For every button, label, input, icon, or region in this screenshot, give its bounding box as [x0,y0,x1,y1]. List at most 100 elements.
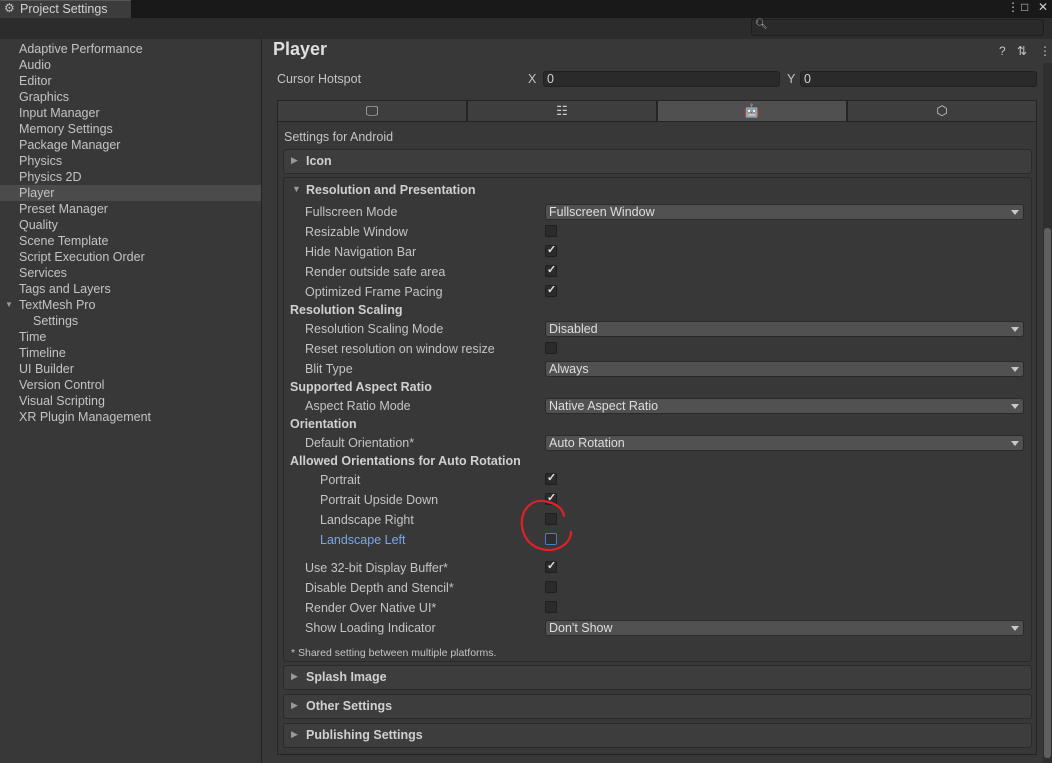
collapsed-arrow-icon: ▶ [291,700,298,710]
sidebar-item-timeline[interactable]: Timeline [0,345,261,361]
sidebar-item-graphics[interactable]: Graphics [0,89,261,105]
search-input[interactable]: 🔍︎ [751,19,1044,36]
tab-title: Project Settings [20,2,108,16]
icon-foldout[interactable]: ▶ Icon [283,149,1032,174]
collapsed-arrow-icon: ▶ [291,671,298,681]
disable-depth-stencil-checkbox[interactable] [545,581,557,593]
render-outside-safe-area-checkbox[interactable] [545,263,557,277]
supported-aspect-ratio-header: Supported Aspect Ratio [290,380,432,394]
help-icon[interactable]: ? [999,44,1006,58]
tab-android[interactable]: 🤖 [657,100,847,122]
preset-icon[interactable]: ⇅ [1017,44,1027,58]
scrollbar-thumb[interactable] [1044,228,1051,758]
expand-arrow-icon[interactable]: ▼ [5,297,13,313]
more-icon[interactable]: ⋮ [1039,44,1051,58]
orientation-header: Orientation [290,417,357,431]
resolution-foldout-header[interactable]: ▼ Resolution and Presentation [283,178,1032,202]
sidebar-item-physics[interactable]: Physics [0,153,261,169]
android-icon: 🤖 [743,103,761,118]
cursor-hotspot-y-input[interactable]: 0 [800,71,1037,87]
tab-webgl[interactable]: ⬡ [847,100,1037,122]
chevron-down-icon [1011,626,1019,631]
sidebar-item-time[interactable]: Time [0,329,261,345]
aspect-ratio-mode-dropdown[interactable]: Native Aspect Ratio [545,398,1024,414]
other-settings-foldout[interactable]: ▶ Other Settings [283,694,1032,719]
sidebar-item-adaptive-performance[interactable]: Adaptive Performance [0,41,261,57]
portrait-label: Portrait [320,473,361,487]
sidebar-item-preset-manager[interactable]: Preset Manager [0,201,261,217]
default-orientation-dropdown[interactable]: Auto Rotation [545,435,1024,451]
sidebar-item-physics-2d[interactable]: Physics 2D [0,169,261,185]
render-outside-safe-area-label: Render outside safe area [305,265,446,279]
sidebar-item-version-control[interactable]: Version Control [0,377,261,393]
sidebar-item-tags-and-layers[interactable]: Tags and Layers [0,281,261,297]
cursor-hotspot-x-input[interactable]: 0 [543,71,780,87]
expanded-arrow-icon: ▼ [292,184,301,194]
chevron-down-icon [1011,210,1019,215]
show-loading-indicator-dropdown[interactable]: Don't Show [545,620,1024,636]
render-over-native-ui-label: Render Over Native UI* [305,601,437,615]
gear-icon: ⚙ [4,1,15,15]
sidebar-item-ui-builder[interactable]: UI Builder [0,361,261,377]
collapsed-arrow-icon: ▶ [291,729,298,739]
x-label: X [528,72,537,86]
page-title: Player [273,39,328,59]
resolution-scaling-mode-label: Resolution Scaling Mode [305,322,444,336]
settings-for-label: Settings for Android [284,130,394,144]
project-settings-tab[interactable]: ⚙ Project Settings [0,0,131,18]
annotation-circle [520,499,572,552]
sidebar-item-quality[interactable]: Quality [0,217,261,233]
collapsed-arrow-icon: ▶ [291,155,298,165]
resizable-window-label: Resizable Window [305,225,408,239]
splash-image-foldout[interactable]: ▶ Splash Image [283,665,1032,690]
server-icon: ☷ [556,103,568,118]
portrait-checkbox[interactable] [545,471,557,485]
sidebar-item-services[interactable]: Services [0,265,261,281]
tab-dedicated-server[interactable]: ☷ [467,100,657,122]
resolution-scaling-mode-dropdown[interactable]: Disabled [545,321,1024,337]
use-32bit-buffer-checkbox[interactable] [545,559,557,573]
allowed-orientations-header: Allowed Orientations for Auto Rotation [290,454,521,468]
chevron-down-icon [1011,327,1019,332]
tab-desktop[interactable]: 🖵 [277,100,467,122]
maximize-icon[interactable]: □ [1021,0,1028,14]
chevron-down-icon [1011,404,1019,409]
landscape-right-label: Landscape Right [320,513,414,527]
html5-icon: ⬡ [936,103,948,118]
sidebar-item-textmesh-pro[interactable]: ▼ TextMesh Pro [0,297,261,313]
y-label: Y [787,72,796,86]
render-over-native-ui-checkbox[interactable] [545,601,557,613]
publishing-settings-foldout[interactable]: ▶ Publishing Settings [283,723,1032,748]
default-orientation-label: Default Orientation* [305,436,415,450]
fullscreen-mode-label: Fullscreen Mode [305,205,398,219]
sidebar-item-audio[interactable]: Audio [0,57,261,73]
sidebar-item-scene-template[interactable]: Scene Template [0,233,261,249]
sidebar-item-visual-scripting[interactable]: Visual Scripting [0,393,261,409]
reset-resolution-checkbox[interactable] [545,342,557,354]
sidebar-item-player[interactable]: Player [0,185,261,201]
close-icon[interactable]: ✕ [1038,0,1048,14]
sidebar-item-memory-settings[interactable]: Memory Settings [0,121,261,137]
landscape-left-label: Landscape Left [320,533,406,547]
sidebar-item-editor[interactable]: Editor [0,73,261,89]
settings-sidebar: Adaptive Performance Audio Editor Graphi… [0,39,262,763]
sidebar-item-textmesh-settings[interactable]: Settings [0,313,261,329]
resizable-window-checkbox[interactable] [545,225,557,237]
more-options-icon[interactable]: ⋮ [1007,0,1019,14]
desktop-icon: 🖵 [365,103,379,118]
sidebar-item-package-manager[interactable]: Package Manager [0,137,261,153]
show-loading-indicator-label: Show Loading Indicator [305,621,436,635]
hide-navigation-bar-checkbox[interactable] [545,243,557,257]
sidebar-item-xr-plugin-management[interactable]: XR Plugin Management [0,409,261,425]
optimized-frame-pacing-checkbox[interactable] [545,283,557,297]
optimized-frame-pacing-label: Optimized Frame Pacing [305,285,443,299]
window-tab-bar [0,0,1052,18]
sidebar-item-script-execution-order[interactable]: Script Execution Order [0,249,261,265]
chevron-down-icon [1011,441,1019,446]
sidebar-item-input-manager[interactable]: Input Manager [0,105,261,121]
shared-setting-note: * Shared setting between multiple platfo… [291,647,497,659]
use-32bit-buffer-label: Use 32-bit Display Buffer* [305,561,448,575]
fullscreen-mode-dropdown[interactable]: Fullscreen Window [545,204,1024,220]
search-icon: 🔍︎ [755,19,768,30]
blit-type-dropdown[interactable]: Always [545,361,1024,377]
